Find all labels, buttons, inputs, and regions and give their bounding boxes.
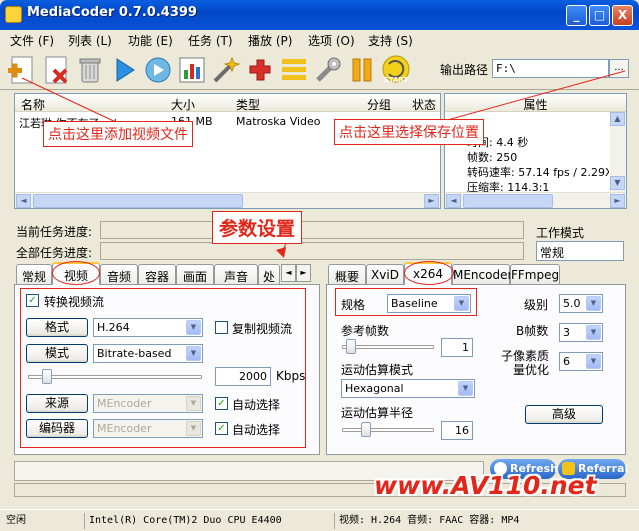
save-location-callout: 点击这里选择保存位置 <box>334 119 484 145</box>
profile-highlight <box>335 288 477 316</box>
video-settings-highlight <box>20 288 306 448</box>
add-file-callout: 点击这里添加视频文件 <box>43 121 193 147</box>
params-callout: 参数设置 <box>212 211 303 244</box>
video-tab-highlight <box>52 261 100 285</box>
x264-tab-highlight <box>404 261 454 285</box>
